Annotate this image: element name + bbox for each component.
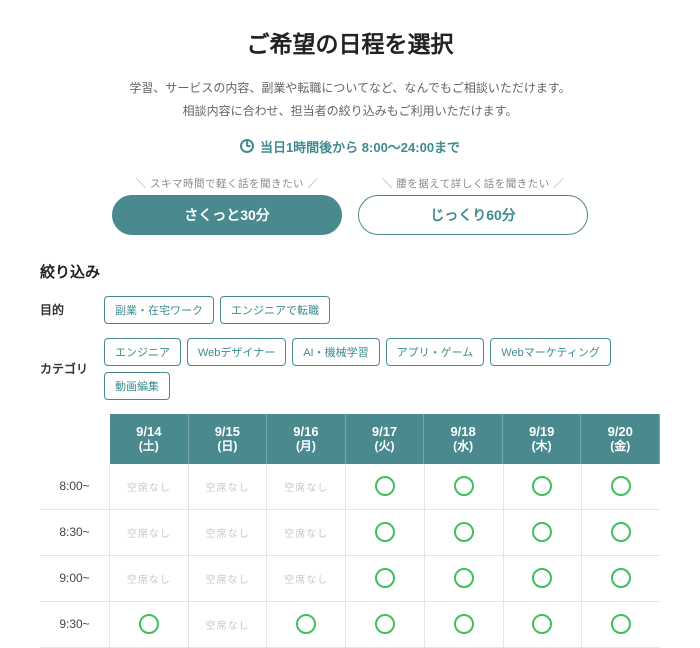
chip-category-0[interactable]: エンジニア bbox=[104, 338, 181, 366]
desc-line-1: 学習、サービスの内容、副業や転職についてなど、なんでもご相談いただけます。 bbox=[40, 77, 660, 100]
circle-icon bbox=[532, 568, 552, 588]
clock-icon bbox=[240, 139, 254, 153]
page-description: 学習、サービスの内容、副業や転職についてなど、なんでもご相談いただけます。 相談… bbox=[40, 77, 660, 123]
duration-button-30min[interactable]: さくっと30分 bbox=[112, 195, 342, 235]
page-title: ご希望の日程を選択 bbox=[40, 25, 660, 59]
slot-3-0[interactable] bbox=[110, 602, 189, 648]
filter-row-goal: 目的 副業・在宅ワークエンジニアで転職 bbox=[40, 296, 660, 324]
filter-label-category: カテゴリ bbox=[40, 360, 90, 377]
circle-icon bbox=[532, 476, 552, 496]
circle-icon bbox=[611, 568, 631, 588]
duration-button-60min[interactable]: じっくり60分 bbox=[358, 195, 588, 235]
chip-category-3[interactable]: アプリ・ゲーム bbox=[386, 338, 485, 366]
circle-icon bbox=[296, 614, 316, 634]
chip-goal-0[interactable]: 副業・在宅ワーク bbox=[104, 296, 214, 324]
slot-2-6[interactable] bbox=[582, 556, 660, 602]
filter-row-category: カテゴリ エンジニアWebデザイナーAI・機械学習アプリ・ゲームWebマーケティ… bbox=[40, 338, 660, 400]
slot-0-0: 空席なし bbox=[110, 464, 189, 510]
chip-category-1[interactable]: Webデザイナー bbox=[187, 338, 286, 366]
slot-3-2[interactable] bbox=[267, 602, 346, 648]
schedule-header-day-5: 9/19(木) bbox=[503, 414, 582, 464]
schedule-header-day-3: 9/17(火) bbox=[346, 414, 425, 464]
slot-2-4[interactable] bbox=[425, 556, 504, 602]
duration-options: スキマ時間で軽く話を聞きたいさくっと30分 腰を据えて詳しく話を聞きたいじっくり6… bbox=[40, 176, 660, 235]
slot-1-0: 空席なし bbox=[110, 510, 189, 556]
filter-label-goal: 目的 bbox=[40, 301, 90, 318]
slot-3-6[interactable] bbox=[582, 602, 660, 648]
circle-icon bbox=[454, 522, 474, 542]
circle-icon bbox=[375, 476, 395, 496]
circle-icon bbox=[611, 614, 631, 634]
slot-1-3[interactable] bbox=[346, 510, 425, 556]
circle-icon bbox=[454, 476, 474, 496]
circle-icon bbox=[375, 522, 395, 542]
circle-icon bbox=[375, 614, 395, 634]
slot-1-6[interactable] bbox=[582, 510, 660, 556]
circle-icon bbox=[532, 614, 552, 634]
time-window-text: 当日1時間後から 8:00〜24:00まで bbox=[260, 137, 460, 156]
slot-2-1: 空席なし bbox=[189, 556, 268, 602]
filter-title: 絞り込み bbox=[40, 261, 660, 282]
circle-icon bbox=[532, 522, 552, 542]
slot-0-2: 空席なし bbox=[267, 464, 346, 510]
slot-0-4[interactable] bbox=[425, 464, 504, 510]
slot-2-3[interactable] bbox=[346, 556, 425, 602]
circle-icon bbox=[139, 614, 159, 634]
slot-1-4[interactable] bbox=[425, 510, 504, 556]
schedule-header-day-1: 9/15(日) bbox=[189, 414, 268, 464]
slot-0-1: 空席なし bbox=[189, 464, 268, 510]
slot-2-0: 空席なし bbox=[110, 556, 189, 602]
circle-icon bbox=[454, 568, 474, 588]
slot-0-6[interactable] bbox=[582, 464, 660, 510]
circle-icon bbox=[611, 522, 631, 542]
schedule-time-3: 9:30~ bbox=[40, 602, 110, 648]
schedule-time-0: 8:00~ bbox=[40, 464, 110, 510]
chip-category-5[interactable]: 動画編集 bbox=[104, 372, 170, 400]
slot-0-3[interactable] bbox=[346, 464, 425, 510]
duration-hint-0: スキマ時間で軽く話を聞きたい bbox=[136, 176, 319, 191]
circle-icon bbox=[375, 568, 395, 588]
chip-goal-1[interactable]: エンジニアで転職 bbox=[220, 296, 330, 324]
chip-category-4[interactable]: Webマーケティング bbox=[490, 338, 611, 366]
schedule-grid: 9/14(土)9/15(日)9/16(月)9/17(火)9/18(水)9/19(… bbox=[40, 414, 660, 648]
chips-goal: 副業・在宅ワークエンジニアで転職 bbox=[104, 296, 330, 324]
schedule-time-2: 9:00~ bbox=[40, 556, 110, 602]
slot-3-3[interactable] bbox=[346, 602, 425, 648]
slot-1-5[interactable] bbox=[504, 510, 583, 556]
schedule-header-day-6: 9/20(金) bbox=[581, 414, 660, 464]
slot-3-1: 空席なし bbox=[189, 602, 268, 648]
circle-icon bbox=[454, 614, 474, 634]
slot-2-5[interactable] bbox=[504, 556, 583, 602]
slot-1-1: 空席なし bbox=[189, 510, 268, 556]
desc-line-2: 相談内容に合わせ、担当者の絞り込みもご利用いただけます。 bbox=[40, 100, 660, 123]
circle-icon bbox=[611, 476, 631, 496]
schedule-header-day-2: 9/16(月) bbox=[267, 414, 346, 464]
schedule-header-blank bbox=[40, 414, 110, 464]
duration-hint-1: 腰を据えて詳しく話を聞きたい bbox=[382, 176, 564, 191]
schedule-header-day-0: 9/14(土) bbox=[110, 414, 189, 464]
chip-category-2[interactable]: AI・機械学習 bbox=[292, 338, 379, 366]
time-window-info: 当日1時間後から 8:00〜24:00まで bbox=[40, 137, 660, 156]
slot-0-5[interactable] bbox=[504, 464, 583, 510]
slot-3-4[interactable] bbox=[425, 602, 504, 648]
slot-2-2: 空席なし bbox=[267, 556, 346, 602]
slot-3-5[interactable] bbox=[504, 602, 583, 648]
slot-1-2: 空席なし bbox=[267, 510, 346, 556]
chips-category: エンジニアWebデザイナーAI・機械学習アプリ・ゲームWebマーケティング動画編… bbox=[104, 338, 660, 400]
schedule-time-1: 8:30~ bbox=[40, 510, 110, 556]
schedule-header-day-4: 9/18(水) bbox=[424, 414, 503, 464]
